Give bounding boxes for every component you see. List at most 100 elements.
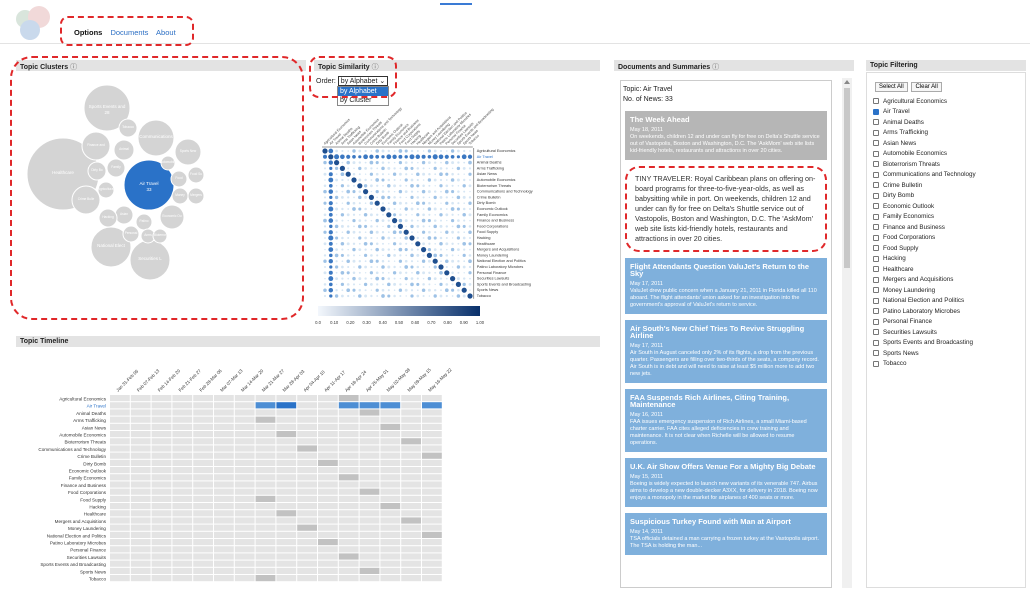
timeline-cell[interactable] xyxy=(338,467,359,474)
timeline-cell[interactable] xyxy=(422,524,442,531)
topic-checkbox-row[interactable]: Hacking xyxy=(873,254,1019,265)
sim-cell[interactable] xyxy=(358,248,362,252)
sim-cell[interactable] xyxy=(456,294,461,298)
sim-cell[interactable] xyxy=(375,247,379,252)
sim-cell[interactable] xyxy=(382,254,384,257)
sim-cell[interactable] xyxy=(353,295,355,297)
timeline-cell[interactable] xyxy=(359,546,380,553)
sim-cell[interactable] xyxy=(456,178,460,182)
sim-cell[interactable] xyxy=(387,260,390,263)
timeline-cell[interactable] xyxy=(214,553,234,560)
topic-checkbox-row[interactable]: Communications and Technology xyxy=(873,170,1019,181)
sim-cell[interactable] xyxy=(352,242,356,245)
sim-cell[interactable] xyxy=(410,166,414,170)
sim-cell[interactable] xyxy=(358,166,362,171)
timeline-cell[interactable] xyxy=(338,531,359,538)
timeline-cell[interactable] xyxy=(193,445,213,452)
sim-cell[interactable] xyxy=(410,183,414,188)
sim-cell[interactable] xyxy=(346,254,350,257)
scroll-thumb[interactable] xyxy=(844,88,850,268)
checkbox-icon[interactable] xyxy=(873,287,879,294)
sim-cell[interactable] xyxy=(445,196,448,199)
sim-cell[interactable] xyxy=(328,235,334,241)
timeline-cell[interactable] xyxy=(338,481,359,488)
sim-cell[interactable] xyxy=(341,277,344,280)
timeline-cell[interactable] xyxy=(380,539,401,546)
sim-cell[interactable] xyxy=(468,265,472,269)
sim-cell[interactable] xyxy=(358,231,361,234)
sim-cell[interactable] xyxy=(422,150,425,152)
sim-cell[interactable] xyxy=(462,166,466,170)
sim-cell[interactable] xyxy=(341,231,344,233)
sim-cell[interactable] xyxy=(422,208,425,210)
sim-cell[interactable] xyxy=(433,219,437,222)
sim-cell[interactable] xyxy=(410,207,414,211)
sim-cell[interactable] xyxy=(347,208,350,210)
timeline-cell[interactable] xyxy=(422,510,442,517)
timeline-cell[interactable] xyxy=(110,445,130,452)
topic-checkbox-row[interactable]: Securities Lawsuits xyxy=(873,327,1019,338)
sim-cell[interactable] xyxy=(422,172,426,176)
sim-cell[interactable] xyxy=(439,167,443,170)
sim-cell[interactable] xyxy=(439,224,443,228)
sim-cell[interactable] xyxy=(369,271,374,275)
sim-cell[interactable] xyxy=(468,282,472,286)
sim-cell[interactable] xyxy=(457,173,460,176)
timeline-cell[interactable] xyxy=(110,495,130,502)
timeline-cell[interactable] xyxy=(234,452,255,459)
timeline-cell[interactable] xyxy=(380,467,401,474)
sim-cell[interactable] xyxy=(422,213,425,217)
sim-cell[interactable] xyxy=(444,270,450,276)
timeline-cell[interactable] xyxy=(380,488,401,495)
sim-cell[interactable] xyxy=(352,276,356,281)
sim-cell[interactable] xyxy=(375,259,379,263)
sim-cell[interactable] xyxy=(416,294,420,298)
sim-cell[interactable] xyxy=(461,287,467,293)
timeline-cell[interactable] xyxy=(318,531,338,538)
timeline-cell[interactable] xyxy=(276,459,297,466)
sim-cell[interactable] xyxy=(398,154,403,159)
sim-cell[interactable] xyxy=(382,225,384,228)
timeline-cell[interactable] xyxy=(234,416,255,423)
sim-cell[interactable] xyxy=(451,288,455,292)
sim-cell[interactable] xyxy=(369,184,373,188)
timeline-cell[interactable] xyxy=(297,409,317,416)
timeline-cell[interactable] xyxy=(255,553,276,560)
sim-cell[interactable] xyxy=(351,177,357,183)
sim-cell[interactable] xyxy=(352,288,356,292)
sim-cell[interactable] xyxy=(335,173,338,176)
sim-cell[interactable] xyxy=(439,149,443,153)
sim-cell[interactable] xyxy=(410,219,414,222)
timeline-cell[interactable] xyxy=(359,416,380,423)
timeline-cell[interactable] xyxy=(172,531,193,538)
sim-cell[interactable] xyxy=(446,248,448,251)
timeline-cell[interactable] xyxy=(401,402,421,409)
sim-cell[interactable] xyxy=(421,189,426,194)
checkbox-icon[interactable] xyxy=(873,119,879,126)
timeline-cell[interactable] xyxy=(214,560,234,567)
timeline-cell[interactable] xyxy=(338,459,359,466)
timeline-cell[interactable] xyxy=(151,517,172,524)
sim-cell[interactable] xyxy=(416,213,420,217)
timeline-cell[interactable] xyxy=(401,524,421,531)
sim-cell[interactable] xyxy=(421,160,426,165)
timeline-cell[interactable] xyxy=(255,409,276,416)
timeline-cell[interactable] xyxy=(193,409,213,416)
sim-cell[interactable] xyxy=(411,202,413,205)
timeline-cell[interactable] xyxy=(193,560,213,567)
sim-cell[interactable] xyxy=(393,167,396,170)
sim-cell[interactable] xyxy=(434,173,437,176)
timeline-cell[interactable] xyxy=(172,524,193,531)
sim-cell[interactable] xyxy=(462,241,467,246)
sim-cell[interactable] xyxy=(469,248,471,251)
timeline-cell[interactable] xyxy=(422,495,442,502)
timeline-cell[interactable] xyxy=(214,510,234,517)
sim-cell[interactable] xyxy=(433,195,437,200)
sim-cell[interactable] xyxy=(334,253,339,258)
sim-cell[interactable] xyxy=(438,264,444,270)
sim-cell[interactable] xyxy=(404,161,408,164)
timeline-cell[interactable] xyxy=(401,575,421,582)
sim-cell[interactable] xyxy=(427,178,432,182)
timeline-cell[interactable] xyxy=(214,431,234,438)
sim-cell[interactable] xyxy=(440,190,442,193)
